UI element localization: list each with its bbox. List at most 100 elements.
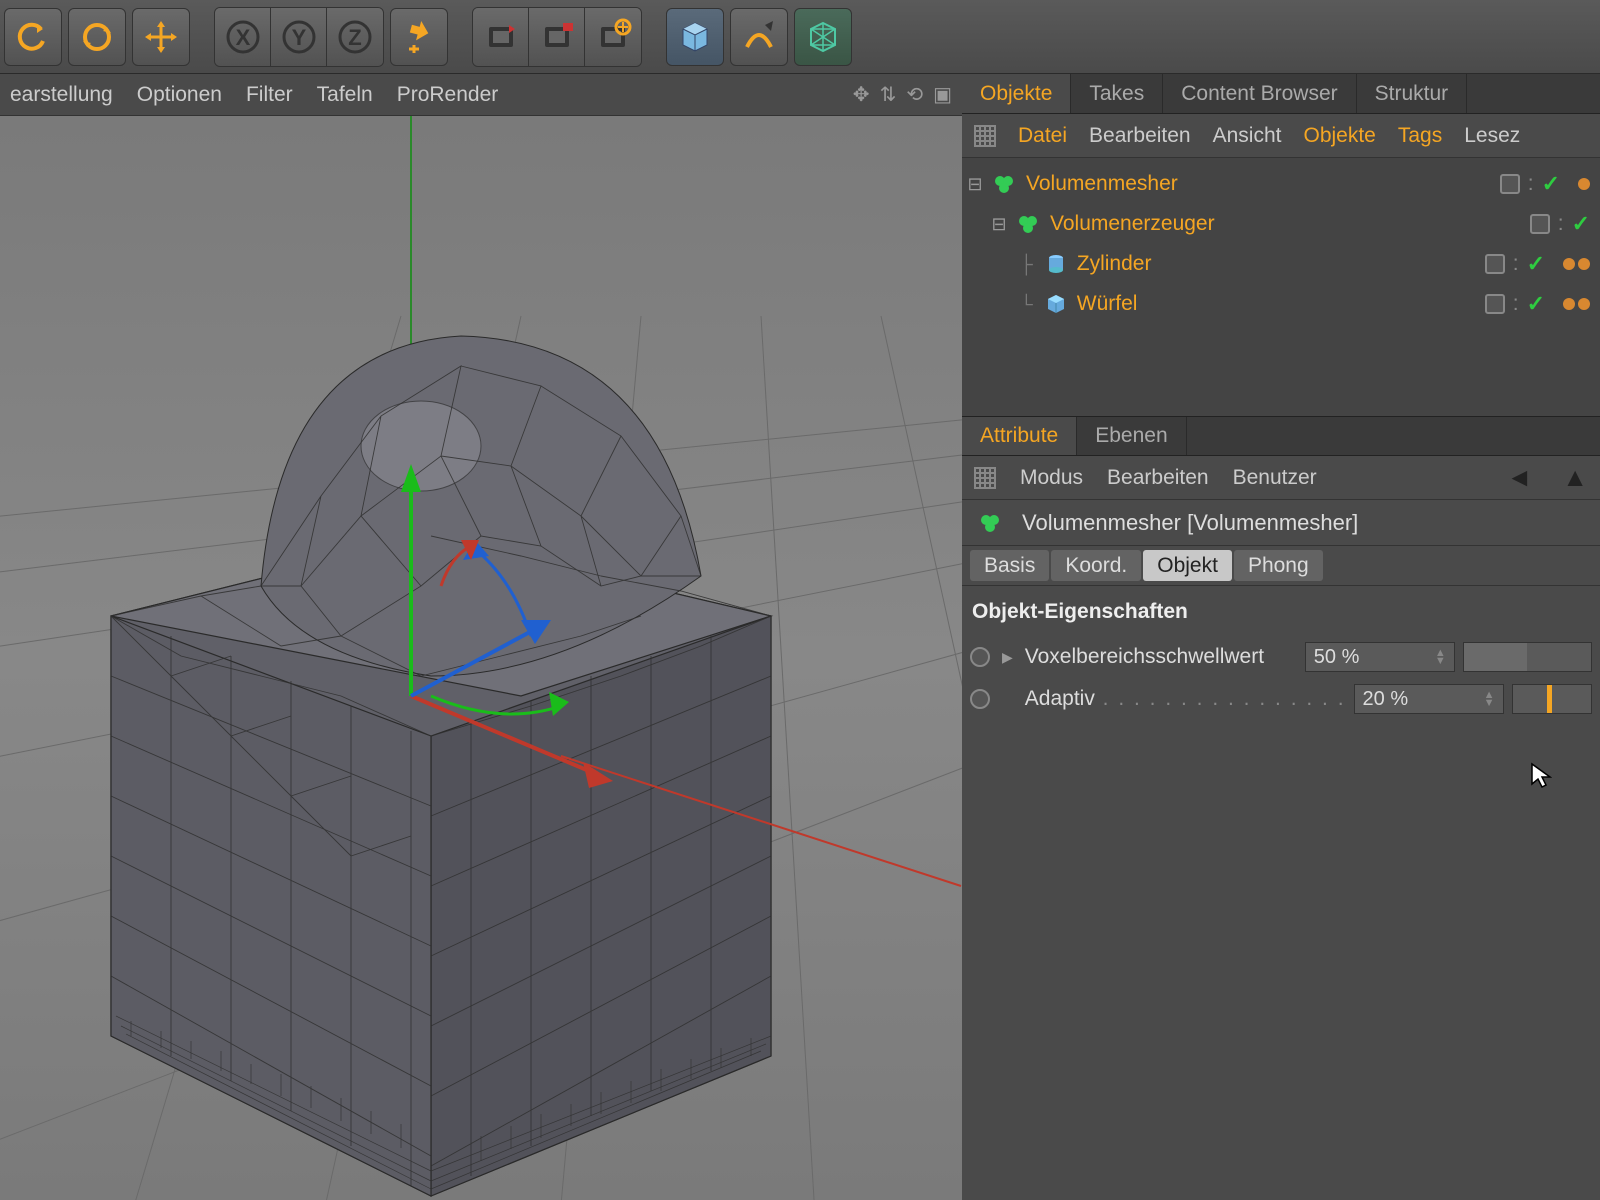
svg-text:Z: Z [348,25,361,50]
viewport-3d[interactable] [0,116,962,1200]
vp-rotate-icon[interactable]: ⟲ [906,82,923,107]
tree-expand-icon[interactable]: ⊟ [992,217,1006,231]
attr-menu-benutzer[interactable]: Benutzer [1233,466,1317,490]
layer-toggle[interactable] [1485,254,1505,274]
attribute-subtabs: Basis Koord. Objekt Phong [962,546,1600,586]
main-toolbar: X Y Z [0,0,1600,74]
tree-label: Volumenerzeuger [1050,212,1215,236]
volume-mesher-icon [978,510,1004,536]
x-axis-button[interactable]: X [215,8,271,66]
rotate-button[interactable] [68,8,126,66]
prop-adaptiv: ▶ Adaptiv . . . . . . . . . . . . . . . … [970,678,1592,720]
voxel-threshold-slider[interactable] [1463,642,1592,672]
tab-struktur[interactable]: Struktur [1357,74,1468,113]
tag-icon[interactable] [1578,258,1590,270]
grid-icon[interactable] [974,467,996,489]
anim-keyframe-toggle[interactable] [970,647,990,667]
vp-move-icon[interactable]: ✥ [853,82,870,107]
visibility-toggle[interactable]: ✓ [1572,211,1590,237]
tab-takes[interactable]: Takes [1071,74,1163,113]
axis-toggle-button[interactable] [390,8,448,66]
prop-label: Voxelbereichsschwellwert [1025,645,1297,669]
adaptiv-input[interactable]: 20 % ▲▼ [1354,684,1504,714]
vp-menu-prorender[interactable]: ProRender [397,83,499,107]
cylinder-icon [1043,251,1069,277]
z-axis-button[interactable]: Z [327,8,383,66]
tab-attribute[interactable]: Attribute [962,417,1077,455]
object-tree: ⊟ Volumenmesher : ✓ ⊟ Volumenerzeuger : … [962,158,1600,416]
viewport-panel: earstellung Optionen Filter Tafeln ProRe… [0,74,962,1200]
render-button-3[interactable] [585,8,641,66]
volume-mesher-icon [992,171,1018,197]
layer-toggle[interactable] [1500,174,1520,194]
voxel-threshold-input[interactable]: 50 % ▲▼ [1305,642,1455,672]
layer-toggle[interactable] [1485,294,1505,314]
attribute-header: Volumenmesher [Volumenmesher] [962,500,1600,546]
tag-icon[interactable] [1563,258,1575,270]
expand-arrow-icon[interactable]: ▶ [1002,649,1013,666]
display-cube-button[interactable] [666,8,724,66]
om-menu-objekte[interactable]: Objekte [1303,124,1375,148]
tree-row-volumenmesher[interactable]: ⊟ Volumenmesher : ✓ [962,164,1600,204]
nav-up-icon[interactable]: ▲ [1562,462,1588,493]
properties-section: Objekt-Eigenschaften ▶ Voxelbereichsschw… [962,586,1600,1200]
tag-icon[interactable] [1578,298,1590,310]
object-manager-menu: Datei Bearbeiten Ansicht Objekte Tags Le… [962,114,1600,158]
tag-icon[interactable] [1578,178,1590,190]
prop-voxel-threshold: ▶ Voxelbereichsschwellwert 50 % ▲▼ [970,636,1592,678]
om-menu-datei[interactable]: Datei [1018,124,1067,148]
viewport-scene [0,116,962,1200]
layer-toggle[interactable] [1530,214,1550,234]
tree-row-zylinder[interactable]: ├ Zylinder : ✓ [962,244,1600,284]
attribute-menu: Modus Bearbeiten Benutzer ◄ ▲ [962,456,1600,500]
move-button[interactable] [132,8,190,66]
tab-content-browser[interactable]: Content Browser [1163,74,1356,113]
tree-row-wuerfel[interactable]: └ Würfel : ✓ [962,284,1600,324]
grid-icon[interactable] [974,125,996,147]
om-menu-tags[interactable]: Tags [1398,124,1442,148]
axis-group: X Y Z [214,7,384,67]
tree-label: Volumenmesher [1026,172,1178,196]
render-button-1[interactable] [473,8,529,66]
subtab-objekt[interactable]: Objekt [1143,550,1232,581]
tree-connector: └ [1020,294,1033,315]
undo-button[interactable] [4,8,62,66]
adaptiv-slider[interactable] [1512,684,1592,714]
tab-objects[interactable]: Objekte [962,74,1071,113]
attr-menu-bearbeiten[interactable]: Bearbeiten [1107,466,1209,490]
tree-expand-icon[interactable]: ⊟ [968,177,982,191]
spinner-icon[interactable]: ▲▼ [1484,691,1495,707]
vp-menu-panels[interactable]: Tafeln [317,83,373,107]
properties-title: Objekt-Eigenschaften [970,594,1592,636]
om-menu-bearbeiten[interactable]: Bearbeiten [1089,124,1191,148]
om-menu-lesez[interactable]: Lesez [1464,124,1520,148]
visibility-toggle[interactable]: ✓ [1527,291,1545,317]
visibility-toggle[interactable]: ✓ [1527,251,1545,277]
tree-label: Würfel [1077,292,1138,316]
nav-back-icon[interactable]: ◄ [1507,462,1533,493]
vp-maximize-icon[interactable]: ▣ [933,82,952,107]
volume-builder-icon [1016,211,1042,237]
om-menu-ansicht[interactable]: Ansicht [1213,124,1282,148]
spline-button[interactable] [730,8,788,66]
vp-updown-icon[interactable]: ⇅ [880,82,897,107]
tree-row-volumenerzeuger[interactable]: ⊟ Volumenerzeuger : ✓ [962,204,1600,244]
spinner-icon[interactable]: ▲▼ [1435,649,1446,665]
vp-menu-filter[interactable]: Filter [246,83,293,107]
object-manager-tabs: Objekte Takes Content Browser Struktur [962,74,1600,114]
vp-menu-options[interactable]: Optionen [137,83,222,107]
vp-menu-display[interactable]: earstellung [10,83,113,107]
subtab-basis[interactable]: Basis [970,550,1049,581]
prop-label: Adaptiv . . . . . . . . . . . . . . . . [1025,687,1346,711]
subtab-koord[interactable]: Koord. [1051,550,1141,581]
mesh-button[interactable] [794,8,852,66]
tag-icon[interactable] [1563,298,1575,310]
svg-text:Y: Y [291,25,306,50]
subtab-phong[interactable]: Phong [1234,550,1323,581]
visibility-toggle[interactable]: ✓ [1542,171,1560,197]
anim-keyframe-toggle[interactable] [970,689,990,709]
render-button-2[interactable] [529,8,585,66]
y-axis-button[interactable]: Y [271,8,327,66]
tab-ebenen[interactable]: Ebenen [1077,417,1186,455]
attr-menu-modus[interactable]: Modus [1020,466,1083,490]
